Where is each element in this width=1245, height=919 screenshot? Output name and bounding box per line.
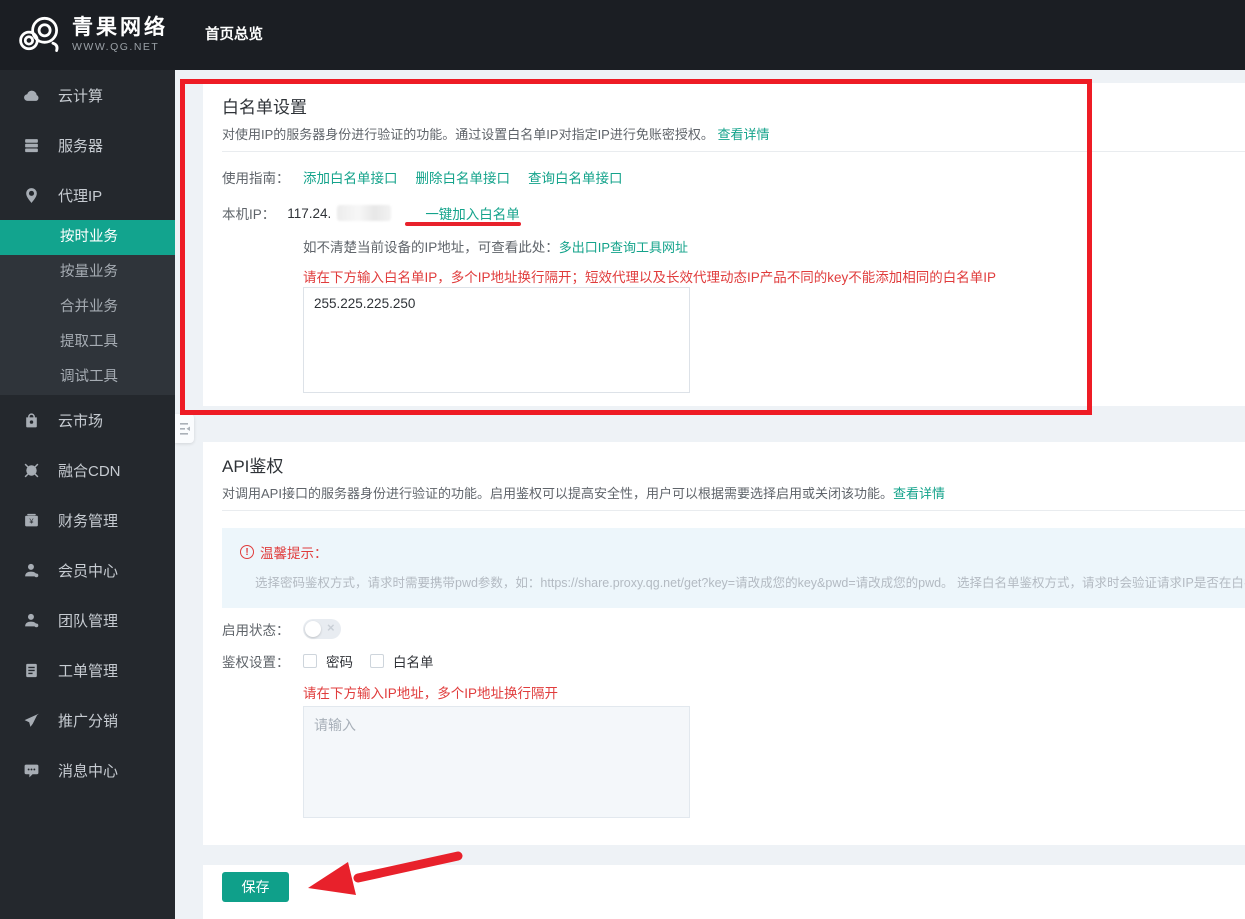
sidebar-item-proxy-ip[interactable]: 代理IP (0, 170, 175, 220)
usage-guide-label: 使用指南： (222, 171, 290, 186)
enable-status-row: 启用状态： (222, 618, 341, 640)
sidebar-item-work-order[interactable]: 工单管理 (0, 645, 175, 695)
whitelist-settings-card: 白名单设置 对使用IP的服务器身份进行验证的功能。通过设置白名单IP对指定IP进… (203, 83, 1245, 406)
local-ip-redacted-blur (337, 205, 392, 221)
topbar: 青果网络 WWW.QG.NET 首页总览 (0, 0, 1245, 70)
tip-title-row: 温馨提示： (240, 542, 328, 562)
sidebar: 云计算 服务器 代理IP 按时业务 按量业务 合并业务 提取工具 调试工具 云市… (0, 70, 175, 919)
cdn-network-icon (22, 461, 40, 479)
work-order-doc-icon (22, 661, 40, 679)
ip-lookup-note: 如不清楚当前设备的IP地址，可查看此处： (303, 240, 559, 255)
annotation-red-underline (405, 222, 521, 226)
whitelist-checkbox[interactable] (370, 654, 384, 668)
submenu-item-hourly-business[interactable]: 按时业务 (0, 220, 175, 255)
brand-logo[interactable]: 青果网络 WWW.QG.NET (16, 11, 168, 57)
cloud-icon (22, 86, 40, 104)
api-auth-description: 对调用API接口的服务器身份进行验证的功能。启用鉴权可以提高安全性，用户可以根据… (222, 486, 945, 501)
sidebar-item-server[interactable]: 服务器 (0, 120, 175, 170)
query-whitelist-api-link[interactable]: 查询白名单接口 (528, 167, 623, 187)
chat-bubble-icon (22, 761, 40, 779)
server-icon (22, 136, 40, 154)
whitelist-checkbox-label: 白名单 (393, 655, 434, 670)
ip-lookup-note-row: 如不清楚当前设备的IP地址，可查看此处： 多出口IP查询工具网址 (303, 236, 688, 256)
member-user-icon (22, 561, 40, 579)
divider (222, 151, 1245, 152)
api-ip-textarea[interactable] (303, 706, 690, 818)
one-click-add-whitelist-link[interactable]: 一键加入白名单 (425, 203, 520, 223)
enable-toggle-off[interactable] (303, 619, 341, 639)
sidebar-item-cloud-market[interactable]: 云市场 (0, 395, 175, 445)
api-auth-title: API鉴权 (222, 457, 284, 476)
toggle-knob (305, 621, 321, 637)
proxy-ip-submenu: 按时业务 按量业务 合并业务 提取工具 调试工具 (0, 220, 175, 395)
tip-infobox: 温馨提示： 选择密码鉴权方式，请求时需要携带pwd参数，如：https://sh… (222, 528, 1245, 608)
whitelist-warning-text: 请在下方输入白名单IP，多个IP地址换行隔开；短效代理以及长效代理动态IP产品不… (303, 270, 997, 285)
local-ip-row: 本机IP： 117.24. 一键加入白名单 (222, 203, 520, 223)
submenu-item-merged-business[interactable]: 合并业务 (0, 290, 175, 325)
whitelist-description: 对使用IP的服务器身份进行验证的功能。通过设置白名单IP对指定IP进行免账密授权… (222, 127, 770, 142)
whitelist-title: 白名单设置 (222, 98, 307, 117)
add-whitelist-api-link[interactable]: 添加白名单接口 (303, 167, 398, 187)
footer-band: 保存 (203, 865, 1245, 919)
save-button[interactable]: 保存 (222, 872, 289, 902)
shopping-bag-icon (22, 411, 40, 429)
qg-cloud-logo-icon (19, 16, 59, 53)
submenu-item-debug-tool[interactable]: 调试工具 (0, 360, 175, 395)
submenu-item-extract-tool[interactable]: 提取工具 (0, 325, 175, 360)
paper-plane-icon (22, 711, 40, 729)
delete-whitelist-api-link[interactable]: 删除白名单接口 (416, 167, 511, 187)
brand-name: 青果网络 (72, 15, 168, 39)
sidebar-item-cloud-computing[interactable]: 云计算 (0, 70, 175, 120)
api-auth-card: API鉴权 对调用API接口的服务器身份进行验证的功能。启用鉴权可以提高安全性，… (203, 442, 1245, 845)
collapse-lines-icon (179, 422, 190, 435)
tip-title: 温馨提示： (260, 546, 328, 561)
sidebar-item-member-center[interactable]: 会员中心 (0, 545, 175, 595)
exclamation-circle-icon (240, 545, 254, 559)
nav-home-overview[interactable]: 首页总览 (205, 0, 263, 70)
sidebar-item-cdn[interactable]: 融合CDN (0, 445, 175, 495)
team-user-icon (22, 611, 40, 629)
sidebar-item-message-center[interactable]: 消息中心 (0, 745, 175, 795)
submenu-item-volume-business[interactable]: 按量业务 (0, 255, 175, 290)
sidebar-item-finance[interactable]: ¥ 财务管理 (0, 495, 175, 545)
auth-settings-row: 鉴权设置： 密码 白名单 (222, 652, 434, 670)
sidebar-item-team-management[interactable]: 团队管理 (0, 595, 175, 645)
whitelist-ip-textarea[interactable]: 255.225.225.250 (303, 287, 690, 393)
auth-settings-label: 鉴权设置： (222, 655, 290, 670)
wallet-yen-icon: ¥ (22, 511, 40, 529)
api-warning-text: 请在下方输入IP地址，多个IP地址换行隔开 (303, 686, 559, 701)
brand-domain: WWW.QG.NET (72, 40, 160, 53)
tip-text: 选择密码鉴权方式，请求时需要携带pwd参数，如：https://share.pr… (255, 576, 1245, 590)
local-ip-value: 117.24. (287, 205, 332, 221)
enable-status-label: 启用状态： (222, 623, 290, 638)
main-content: 白名单设置 对使用IP的服务器身份进行验证的功能。通过设置白名单IP对指定IP进… (175, 70, 1245, 919)
password-checkbox-label: 密码 (326, 655, 353, 670)
usage-guide-row: 使用指南： 添加白名单接口 删除白名单接口 查询白名单接口 (222, 167, 623, 187)
whitelist-detail-link[interactable]: 查看详情 (717, 127, 769, 142)
local-ip-label: 本机IP： (222, 207, 276, 222)
sidebar-collapse-handle[interactable] (175, 414, 194, 443)
api-detail-link[interactable]: 查看详情 (893, 486, 945, 501)
ip-pin-icon (22, 186, 40, 204)
multi-exit-ip-tool-link[interactable]: 多出口IP查询工具网址 (559, 237, 688, 256)
divider (222, 510, 1245, 511)
password-checkbox[interactable] (303, 654, 317, 668)
sidebar-item-promotion[interactable]: 推广分销 (0, 695, 175, 745)
